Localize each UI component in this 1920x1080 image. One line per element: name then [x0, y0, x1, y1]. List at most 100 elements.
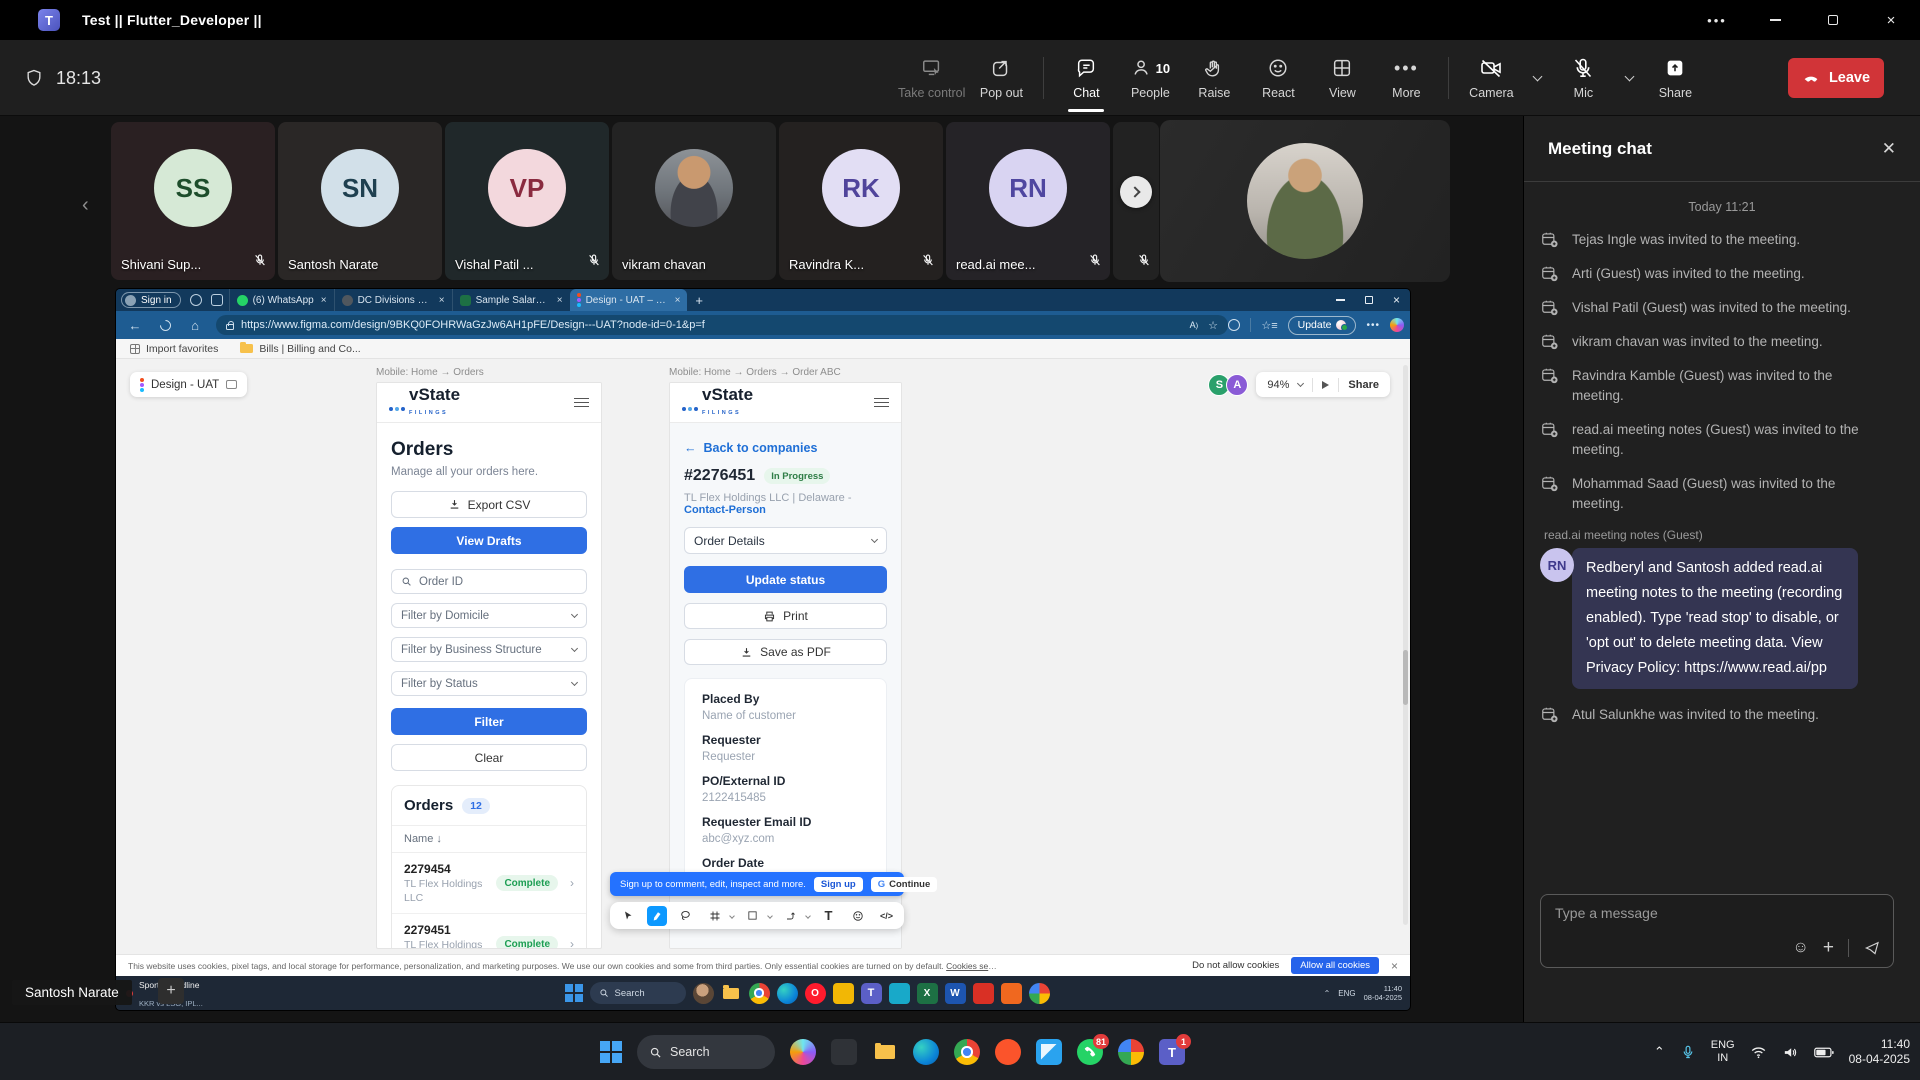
filter-domicile-select[interactable]: Filter by Domicile — [391, 603, 587, 628]
language-switcher[interactable]: ENGIN — [1711, 1039, 1735, 1065]
browser-tab[interactable]: DC Divisions and Surroundings× — [334, 289, 452, 311]
taskbar-brave-icon[interactable] — [995, 1039, 1021, 1065]
taskbar-clock[interactable]: 11:4008-04-2025 — [1849, 1037, 1910, 1067]
back-icon[interactable]: ← — [120, 318, 150, 333]
hamburger-icon[interactable] — [874, 398, 889, 407]
participant-tile[interactable]: RK Ravindra K... — [779, 122, 943, 280]
app-icon-opera[interactable]: O — [805, 983, 826, 1004]
chevron-down-icon[interactable] — [729, 913, 735, 919]
participant-tile[interactable]: vikram chavan — [612, 122, 776, 280]
tab-close-icon[interactable]: × — [675, 295, 681, 306]
close-button[interactable]: × — [1862, 0, 1920, 40]
sticker-tool[interactable] — [848, 906, 868, 926]
figma-frame-orders[interactable]: Mobile: Home → Orders vStateFILINGS Orde… — [376, 367, 602, 949]
home-icon[interactable]: ⌂ — [180, 318, 210, 333]
emoji-icon[interactable]: ☺ — [1793, 939, 1809, 957]
tray-mic-icon[interactable] — [1680, 1044, 1696, 1060]
taskbar-app-icon[interactable] — [1118, 1039, 1144, 1065]
chat-message-input[interactable]: Type a message ☺ + — [1540, 894, 1894, 968]
app-icon-chrome[interactable] — [749, 983, 770, 1004]
canvas-scrollbar[interactable] — [1403, 365, 1408, 925]
mic-button[interactable]: Mic — [1555, 40, 1611, 116]
app-icon-pdf[interactable] — [973, 983, 994, 1004]
shared-search-box[interactable]: Search — [590, 982, 686, 1004]
order-row[interactable]: 2279454TL Flex Holdings LLC Complete › — [392, 853, 586, 914]
app-icon-edge[interactable] — [777, 983, 798, 1004]
more-button[interactable]: ••• More — [1378, 40, 1434, 116]
start-button[interactable] — [600, 1041, 622, 1063]
app-icon-excel[interactable]: X — [917, 983, 938, 1004]
url-field[interactable]: https://www.figma.com/design/9BKQ0FOHRWa… — [216, 315, 1228, 335]
chevron-down-icon[interactable] — [767, 913, 773, 919]
extension-icon[interactable] — [1228, 319, 1240, 331]
browser-signin-button[interactable]: Sign in — [121, 292, 181, 308]
browser-update-button[interactable]: Update — [1288, 316, 1357, 335]
minimize-button[interactable] — [1746, 0, 1804, 40]
taskbar-whatsapp-icon[interactable]: 81 — [1077, 1039, 1103, 1065]
app-icon[interactable] — [833, 983, 854, 1004]
taskbar-edge-icon[interactable] — [913, 1039, 939, 1065]
wifi-icon[interactable] — [1750, 1045, 1767, 1059]
app-icon[interactable] — [1001, 983, 1022, 1004]
app-icon-word[interactable]: W — [945, 983, 966, 1004]
tab-actions-icon[interactable] — [211, 294, 223, 306]
share-button[interactable]: Share — [1647, 40, 1703, 116]
presenter-tile[interactable] — [1160, 120, 1450, 282]
maximize-button[interactable] — [1804, 0, 1862, 40]
save-pdf-button[interactable]: Save as PDF — [684, 639, 887, 665]
app-icon-explorer[interactable] — [721, 983, 742, 1004]
browser-minimize-icon[interactable] — [1336, 299, 1345, 300]
taskbar-chrome-icon[interactable] — [954, 1039, 980, 1065]
news-widget[interactable]: Sports HeadlineKKR vs LSG, IPL... — [116, 975, 266, 1010]
view-button[interactable]: View — [1314, 40, 1370, 116]
camera-options-chevron[interactable] — [1527, 40, 1547, 116]
leave-button[interactable]: Leave — [1788, 58, 1884, 98]
collaborator-avatar[interactable]: A — [1226, 374, 1248, 396]
figma-frame-order-detail[interactable]: Mobile: Home → Orders → Order ABC vState… — [669, 367, 902, 949]
taskbar-vscode-icon[interactable] — [1036, 1039, 1062, 1065]
connector-tool[interactable] — [781, 906, 801, 926]
tray-language[interactable]: ENG — [1338, 989, 1355, 998]
frame-label[interactable]: Mobile: Home → Orders → Order ABC — [669, 367, 902, 378]
order-row[interactable]: 2279451TL Flex Holdings LLC Complete › — [392, 914, 586, 949]
pop-out-button[interactable]: Pop out — [973, 40, 1029, 116]
filter-status-select[interactable]: Filter by Status — [391, 671, 587, 696]
view-drafts-button[interactable]: View Drafts — [391, 527, 587, 554]
taskbar-explorer-icon[interactable] — [872, 1039, 898, 1065]
participant-tile[interactable]: SN Santosh Narate — [278, 122, 442, 280]
figma-file-pill[interactable]: Design - UAT — [130, 372, 247, 397]
order-id-input[interactable]: Order ID — [391, 569, 587, 594]
favorites-list-icon[interactable]: ☆≡ — [1261, 319, 1277, 332]
frame-label[interactable]: Mobile: Home → Orders — [376, 367, 602, 378]
mic-options-chevron[interactable] — [1619, 40, 1639, 116]
order-details-select[interactable]: Order Details — [684, 527, 887, 554]
send-icon[interactable] — [1863, 939, 1881, 957]
participants-scroll-right-button[interactable] — [1120, 176, 1152, 208]
people-button[interactable]: 10 People — [1122, 40, 1178, 116]
cookie-settings-link[interactable]: Cookies settings — [946, 961, 998, 971]
app-icon-profile[interactable] — [693, 983, 714, 1004]
read-aloud-icon[interactable]: A) — [1190, 320, 1199, 330]
favorites-folder[interactable]: Bills | Billing and Co... — [240, 343, 360, 355]
browser-restore-icon[interactable] — [1365, 296, 1373, 304]
taskbar-app-icon[interactable] — [831, 1039, 857, 1065]
filter-button[interactable]: Filter — [391, 708, 587, 735]
allow-cookies-button[interactable]: Allow all cookies — [1291, 957, 1379, 974]
deny-cookies-link[interactable]: Do not allow cookies — [1192, 960, 1279, 971]
tab-close-icon[interactable]: × — [439, 295, 445, 306]
code-tool[interactable]: </> — [877, 906, 897, 926]
taskbar-teams-icon[interactable]: T 1 — [1159, 1039, 1185, 1065]
cookie-close-icon[interactable]: × — [1391, 959, 1398, 973]
pin-plus-button[interactable]: + — [158, 978, 184, 1004]
sign-up-button[interactable]: Sign up — [814, 877, 863, 892]
participants-scroll-left-icon[interactable]: ‹ — [82, 194, 89, 217]
participant-tile[interactable]: SS Shivani Sup... — [111, 122, 275, 280]
speaker-icon[interactable] — [1782, 1045, 1799, 1060]
export-csv-button[interactable]: Export CSV — [391, 491, 587, 518]
app-icon[interactable] — [889, 983, 910, 1004]
attach-plus-icon[interactable]: + — [1823, 937, 1834, 959]
frame-tool[interactable] — [705, 906, 725, 926]
scrollbar-thumb[interactable] — [1403, 650, 1408, 705]
favorites-import[interactable]: Import favorites — [130, 343, 218, 355]
camera-button[interactable]: Camera — [1463, 40, 1519, 116]
